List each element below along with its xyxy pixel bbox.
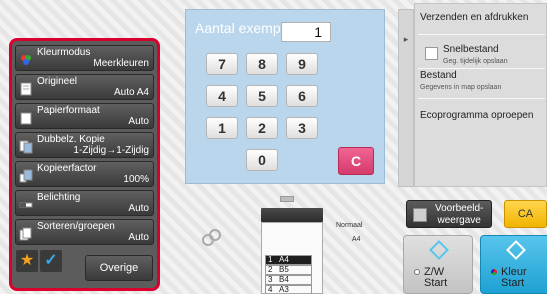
exposure-button[interactable]: Belichting Auto bbox=[15, 190, 154, 216]
scanner-unit bbox=[261, 208, 323, 222]
sort-button[interactable]: Sorteren/groepen Auto bbox=[15, 219, 154, 245]
sort-label: Sorteren/groepen bbox=[37, 221, 115, 232]
document-feeder bbox=[280, 196, 294, 202]
color-start-button[interactable]: Kleur Start bbox=[480, 235, 547, 294]
send-print-title: Verzenden en afdrukken bbox=[420, 12, 529, 23]
key-7[interactable]: 7 bbox=[206, 53, 238, 75]
clear-button[interactable]: C bbox=[338, 147, 374, 175]
tray-2[interactable]: 2 B5 bbox=[265, 265, 312, 275]
tray-number: 1 bbox=[268, 255, 273, 264]
paper-size-label: Papierformaat bbox=[37, 105, 100, 116]
key-1[interactable]: 1 bbox=[206, 117, 238, 139]
tray-3[interactable]: 3 B4 bbox=[265, 275, 312, 285]
zoom-value: 100% bbox=[123, 174, 149, 185]
divider bbox=[418, 68, 545, 69]
preview-label: Voorbeeld- weergave bbox=[435, 203, 484, 226]
preview-icon bbox=[413, 208, 427, 222]
key-9[interactable]: 9 bbox=[286, 53, 318, 75]
paper-size-value: Auto bbox=[128, 116, 149, 127]
file-button[interactable]: Bestand bbox=[420, 70, 457, 81]
bypass-size-label: A4 bbox=[352, 236, 361, 243]
sort-value: Auto bbox=[128, 232, 149, 243]
check-icon[interactable]: ✓ bbox=[40, 250, 62, 272]
color-dot-icon bbox=[491, 269, 497, 275]
paper-size-button[interactable]: Papierformaat Auto bbox=[15, 103, 154, 129]
star-icon[interactable]: ★ bbox=[16, 250, 38, 272]
panel-collapse-tab[interactable]: ▸ bbox=[398, 9, 414, 187]
eco-program-button[interactable]: Ecoprogramma oproepen bbox=[420, 110, 533, 121]
key-2[interactable]: 2 bbox=[246, 117, 278, 139]
color-mode-button[interactable]: Kleurmodus Meerkleuren bbox=[15, 45, 154, 71]
tray-1[interactable]: 1 A4 bbox=[265, 255, 312, 265]
key-8[interactable]: 8 bbox=[246, 53, 278, 75]
divider bbox=[418, 34, 545, 35]
copies-field[interactable]: 1 bbox=[281, 22, 331, 42]
zoom-label: Kopieerfactor bbox=[37, 163, 97, 174]
original-value: Auto A4 bbox=[113, 87, 149, 98]
tray-size: B4 bbox=[279, 275, 289, 284]
tray-size: A3 bbox=[279, 285, 289, 294]
sort-icon bbox=[19, 227, 32, 241]
tray-number: 3 bbox=[268, 275, 273, 284]
color-start-label: Kleur Start bbox=[501, 266, 527, 289]
key-0[interactable]: 0 bbox=[246, 149, 278, 171]
quick-file-sub: Geg. tijdelijk opslaan bbox=[443, 58, 508, 65]
key-5[interactable]: 5 bbox=[246, 85, 278, 107]
bottom-toolbar: ★ ✓ Overige bbox=[9, 247, 160, 291]
start-icon bbox=[506, 240, 526, 260]
output-tray-label: Normaal bbox=[336, 222, 363, 229]
duplex-value: 1-Zijdig→1-Zijdig bbox=[73, 145, 149, 156]
zoom-button[interactable]: Kopieerfactor 100% bbox=[15, 161, 154, 187]
bw-dot-icon bbox=[414, 269, 420, 275]
duplex-button[interactable]: Dubbelz. Kopie 1-Zijdig→1-Zijdig bbox=[15, 132, 154, 158]
bw-start-button[interactable]: Z/W Start bbox=[403, 235, 473, 294]
original-button[interactable]: Origineel Auto A4 bbox=[15, 74, 154, 100]
preview-button[interactable]: Voorbeeld- weergave bbox=[406, 200, 492, 228]
color-mode-icon bbox=[21, 55, 31, 65]
settings-panel: Kleurmodus Meerkleuren Origineel Auto A4… bbox=[9, 38, 160, 271]
exposure-icon bbox=[19, 202, 33, 208]
start-icon bbox=[429, 240, 449, 260]
zoom-icon bbox=[19, 169, 33, 183]
quick-file-icon bbox=[425, 47, 438, 60]
duplex-icon bbox=[19, 140, 33, 154]
staple-icon bbox=[202, 229, 221, 246]
other-button[interactable]: Overige bbox=[85, 255, 153, 281]
tray-4[interactable]: 4 A3 bbox=[265, 285, 312, 294]
duplex-label: Dubbelz. Kopie bbox=[37, 134, 105, 145]
exposure-label: Belichting bbox=[37, 192, 81, 203]
tray-number: 4 bbox=[268, 285, 273, 294]
tray-size: A4 bbox=[279, 255, 289, 264]
paper-size-icon bbox=[20, 112, 32, 125]
copies-label: Aantal exempl. bbox=[195, 20, 288, 36]
divider bbox=[418, 98, 545, 99]
original-label: Origineel bbox=[37, 76, 78, 87]
key-4[interactable]: 4 bbox=[206, 85, 238, 107]
clear-all-button[interactable]: CA bbox=[504, 200, 547, 228]
original-icon bbox=[20, 82, 32, 96]
key-6[interactable]: 6 bbox=[286, 85, 318, 107]
exposure-value: Auto bbox=[128, 203, 149, 214]
color-mode-label: Kleurmodus bbox=[37, 47, 91, 58]
tray-size: B5 bbox=[279, 265, 289, 274]
file-sub: Gegevens in map opslaan bbox=[420, 84, 502, 91]
keypad-area: Aantal exempl. 1 7 8 9 4 5 6 1 2 3 0 C bbox=[185, 9, 385, 184]
tray-number: 2 bbox=[268, 265, 273, 274]
color-mode-value: Meerkleuren bbox=[93, 58, 149, 69]
function-panel: Verzenden en afdrukken Snelbestand Geg. … bbox=[414, 3, 547, 187]
arrow-right-icon: ▸ bbox=[403, 34, 409, 44]
machine-diagram: 1 A4 2 B5 3 B4 4 A3 bbox=[255, 188, 335, 294]
bw-start-label: Z/W Start bbox=[424, 266, 448, 289]
key-3[interactable]: 3 bbox=[286, 117, 318, 139]
quick-file-button[interactable]: Snelbestand bbox=[443, 44, 499, 55]
